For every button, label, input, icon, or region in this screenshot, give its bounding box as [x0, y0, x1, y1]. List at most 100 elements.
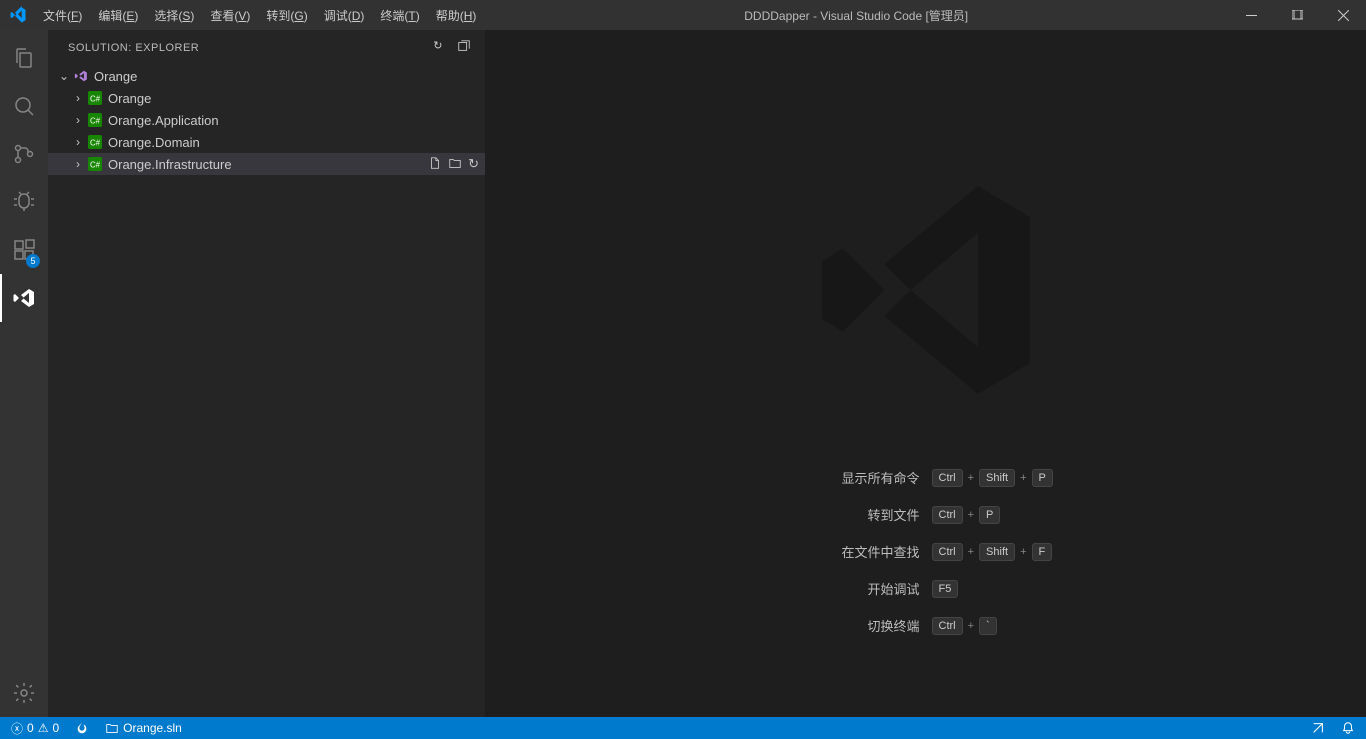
project-item[interactable]: › C# Orange.Infrastructure ↻	[48, 153, 485, 175]
keycap: F5	[932, 580, 959, 598]
shortcut-row: 转到文件 Ctrl + P	[485, 505, 1366, 524]
project-item[interactable]: ›C#Orange.Application↻	[48, 109, 485, 131]
window-title: DDDDapper - Visual Studio Code [管理员]	[484, 7, 1228, 24]
tree-label: Orange	[108, 91, 151, 106]
menu-e[interactable]: 编辑(E)	[90, 1, 146, 30]
shortcut-keys: Ctrl+`	[932, 617, 1272, 635]
project-item[interactable]: ›C#Orange.Domain↻	[48, 131, 485, 153]
csharp-project-icon: C#	[86, 91, 104, 105]
refresh-icon[interactable]: ↻	[433, 39, 443, 56]
menu-g[interactable]: 转到(G)	[258, 1, 315, 30]
keycap: P	[1032, 469, 1053, 487]
vs-solution-icon	[72, 69, 90, 83]
csharp-project-icon: C#	[86, 135, 104, 149]
new-folder-icon[interactable]	[448, 156, 462, 173]
menu-t[interactable]: 终端(T)	[372, 1, 427, 30]
keycap: F	[1032, 543, 1053, 561]
status-flame-icon[interactable]	[72, 721, 92, 735]
plus: +	[1020, 472, 1026, 484]
menu-h[interactable]: 帮助(H)	[428, 1, 485, 30]
new-file-icon[interactable]	[428, 156, 442, 173]
shortcut-label: 转到文件	[580, 505, 920, 524]
plus: +	[1020, 546, 1026, 558]
tree-label: Orange.Application	[108, 113, 219, 128]
explorer-icon[interactable]	[0, 34, 48, 82]
refresh-icon[interactable]: ↻	[468, 156, 479, 173]
activity-bar: 5	[0, 30, 48, 717]
csharp-project-icon: C#	[86, 157, 104, 171]
feedback-icon[interactable]	[1308, 721, 1328, 735]
status-bar: ⓧ0 ⚠0 Orange.sln	[0, 717, 1366, 739]
keycap: Ctrl	[932, 617, 963, 635]
menu-s[interactable]: 选择(S)	[146, 1, 202, 30]
keycap: Ctrl	[932, 469, 963, 487]
notifications-icon[interactable]	[1338, 721, 1358, 735]
svg-text:C#: C#	[90, 95, 101, 104]
tree-label: Orange.Domain	[108, 135, 200, 150]
menu-f[interactable]: 文件(F)	[35, 1, 90, 30]
settings-gear-icon[interactable]	[0, 669, 48, 717]
window-controls	[1228, 0, 1366, 30]
minimize-button[interactable]	[1228, 0, 1274, 30]
tree-label: Orange.Infrastructure	[108, 157, 232, 172]
chevron-right-icon: ›	[70, 157, 86, 171]
shortcut-label: 在文件中查找	[580, 542, 920, 561]
keycap: Shift	[979, 469, 1015, 487]
collapse-all-icon[interactable]	[457, 39, 471, 56]
solution-name: Orange.sln	[123, 721, 182, 735]
shortcut-row: 切换终端 Ctrl+`	[485, 616, 1366, 635]
keycap: `	[979, 617, 997, 635]
menu-bar: 文件(F)编辑(E)选择(S)查看(V)转到(G)调试(D)终端(T)帮助(H)	[35, 1, 484, 30]
shortcut-keys: Ctrl + P	[932, 506, 1272, 524]
extensions-badge: 5	[26, 254, 40, 268]
sidebar-title: SOLUTION: EXPLORER	[68, 42, 199, 54]
keycap: Ctrl	[932, 543, 963, 561]
search-icon[interactable]	[0, 82, 48, 130]
keycap: Shift	[979, 543, 1015, 561]
extensions-icon[interactable]: 5	[0, 226, 48, 274]
keycap: P	[979, 506, 1000, 524]
title-bar: 文件(F)编辑(E)选择(S)查看(V)转到(G)调试(D)终端(T)帮助(H)…	[0, 0, 1366, 30]
source-control-icon[interactable]	[0, 130, 48, 178]
sidebar: SOLUTION: EXPLORER ↻ ⌄ Orange ›C#Orange↻…	[48, 30, 485, 717]
debug-icon[interactable]	[0, 178, 48, 226]
maximize-button[interactable]	[1274, 0, 1320, 30]
vscode-watermark-icon	[796, 160, 1056, 425]
shortcut-row: 显示所有命令 Ctrl + Shift + P	[485, 468, 1366, 487]
chevron-right-icon: ›	[70, 113, 86, 127]
chevron-down-icon: ⌄	[56, 69, 72, 83]
editor-area: 显示所有命令 Ctrl + Shift + P 转到文件 Ctrl + P 在文件中查找 Ctrl + S…	[485, 30, 1366, 717]
tree-label: Orange	[94, 69, 137, 84]
plus: +	[968, 546, 974, 558]
menu-d[interactable]: 调试(D)	[316, 1, 373, 30]
shortcut-row: 开始调试 F5	[485, 579, 1366, 598]
svg-text:C#: C#	[90, 117, 101, 126]
plus: +	[968, 509, 974, 521]
close-button[interactable]	[1320, 0, 1366, 30]
shortcut-label: 开始调试	[580, 579, 920, 598]
warning-count: 0	[52, 721, 59, 735]
shortcut-label: 切换终端	[580, 616, 920, 635]
shortcut-keys: Ctrl + Shift + F	[932, 543, 1272, 561]
solution-tree: ⌄ Orange ›C#Orange↻›C#Orange.Application…	[48, 65, 485, 175]
solution-root[interactable]: ⌄ Orange	[48, 65, 485, 87]
app-logo	[0, 6, 35, 24]
sidebar-header: SOLUTION: EXPLORER ↻	[48, 30, 485, 65]
chevron-right-icon: ›	[70, 91, 86, 105]
shortcut-row: 在文件中查找 Ctrl + Shift + F	[485, 542, 1366, 561]
plus: +	[968, 472, 974, 484]
shortcut-keys: Ctrl + Shift + P	[932, 469, 1272, 487]
error-count: 0	[27, 721, 34, 735]
menu-v[interactable]: 查看(V)	[202, 1, 258, 30]
solution-explorer-icon[interactable]	[0, 274, 48, 322]
shortcut-label: 显示所有命令	[580, 468, 920, 487]
keycap: Ctrl	[932, 506, 963, 524]
svg-text:C#: C#	[90, 161, 101, 170]
error-icon: ⓧ	[11, 720, 23, 737]
project-item[interactable]: ›C#Orange↻	[48, 87, 485, 109]
warning-icon: ⚠	[38, 721, 49, 735]
csharp-project-icon: C#	[86, 113, 104, 127]
status-solution[interactable]: Orange.sln	[102, 721, 185, 735]
status-problems[interactable]: ⓧ0 ⚠0	[8, 720, 62, 737]
shortcut-keys: F5	[932, 580, 1272, 598]
